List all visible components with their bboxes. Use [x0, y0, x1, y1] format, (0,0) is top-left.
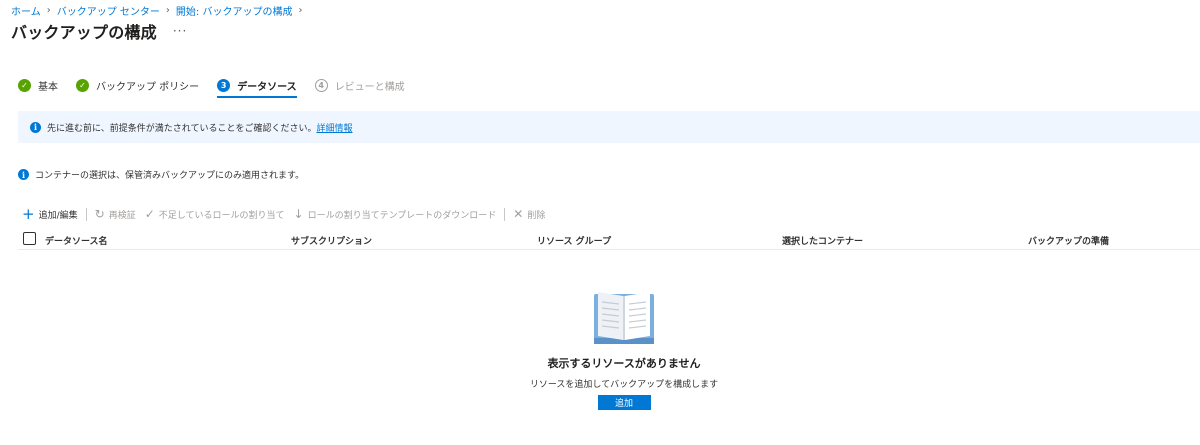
assign-missing-roles-button[interactable]: ✓ 不足しているロールの割り当て — [145, 208, 285, 221]
breadcrumb-start-configure[interactable]: 開始: バックアップの構成 — [176, 3, 293, 18]
step-number-icon: 4 — [314, 78, 328, 92]
chevron-right-icon: › — [46, 5, 51, 16]
revalidate-button[interactable]: ↻ 再検証 — [95, 208, 136, 221]
open-book-icon — [594, 292, 654, 344]
add-edit-button[interactable]: + 追加/編集 — [22, 205, 78, 223]
step-label: データソース — [237, 81, 297, 93]
wizard-steps: ✓ 基本 ✓ バックアップ ポリシー 3 データソース 4 レビューと構成 — [18, 76, 423, 98]
download-template-label: ロールの割り当てテンプレートのダウンロード — [307, 210, 497, 221]
revalidate-label: 再検証 — [108, 210, 136, 221]
container-info-line: i コンテナーの選択は、保管済みバックアップにのみ適用されます。 — [18, 168, 304, 181]
select-all-checkbox[interactable] — [23, 232, 36, 245]
close-icon: ✕ — [513, 207, 524, 221]
chevron-right-icon: › — [165, 5, 170, 16]
add-edit-label: 追加/編集 — [38, 210, 78, 221]
refresh-icon: ↻ — [94, 207, 105, 221]
checkmark-icon: ✓ — [18, 78, 31, 92]
download-template-button[interactable]: ↓ ロールの割り当てテンプレートのダウンロード — [294, 208, 497, 221]
column-backup-readiness[interactable]: バックアップの準備 — [1028, 234, 1109, 247]
add-button[interactable]: 追加 — [597, 395, 651, 410]
column-datasource-name[interactable]: データソース名 — [45, 234, 108, 247]
column-selected-container[interactable]: 選択したコンテナー — [782, 234, 863, 247]
step-backup-policy[interactable]: ✓ バックアップ ポリシー — [76, 76, 199, 94]
info-icon: i — [18, 169, 29, 180]
plus-icon: + — [22, 205, 35, 223]
chevron-right-icon: › — [298, 5, 303, 16]
info-icon: i — [30, 121, 41, 133]
download-arrow-icon: ↓ — [293, 207, 304, 221]
step-review-configure[interactable]: 4 レビューと構成 — [314, 76, 405, 94]
empty-state: 表示するリソースがありません リソースを追加してバックアップを構成します 追加 — [0, 288, 1200, 410]
container-info-text: コンテナーの選択は、保管済みバックアップにのみ適用されます。 — [35, 171, 305, 181]
checkmark-icon: ✓ — [76, 78, 89, 92]
step-basics[interactable]: ✓ 基本 — [18, 76, 58, 94]
step-number-icon: 3 — [217, 78, 231, 92]
info-banner: i 先に進む前に、前提条件が満たされていることをご確認ください。 詳細情報 — [18, 111, 1200, 143]
empty-state-title: 表示するリソースがありません — [547, 357, 701, 370]
table-header: データソース名 サブスクリプション リソース グループ 選択したコンテナー バッ… — [18, 228, 1200, 250]
page-title: バックアップの構成 — [11, 23, 157, 42]
delete-label: 削除 — [527, 210, 546, 221]
column-subscription[interactable]: サブスクリプション — [291, 234, 372, 247]
empty-state-subtitle: リソースを追加してバックアップを構成します — [529, 380, 719, 390]
assign-missing-roles-label: 不足しているロールの割り当て — [158, 210, 285, 221]
learn-more-link[interactable]: 詳細情報 — [316, 121, 352, 134]
column-resource-group[interactable]: リソース グループ — [537, 234, 611, 247]
step-datasources[interactable]: 3 データソース — [217, 76, 297, 98]
toolbar-divider — [85, 207, 87, 221]
info-banner-text: 先に進む前に、前提条件が満たされていることをご確認ください。 — [47, 123, 317, 134]
step-label: レビューと構成 — [334, 81, 405, 93]
step-label: 基本 — [38, 81, 58, 93]
step-label: バックアップ ポリシー — [96, 81, 200, 93]
checkmark-icon: ✓ — [144, 207, 155, 221]
breadcrumb: ホーム › バックアップ センター › 開始: バックアップの構成 › — [11, 3, 308, 18]
title-row: バックアップの構成 ··· — [11, 19, 187, 43]
toolbar: + 追加/編集 ↻ 再検証 ✓ 不足しているロールの割り当て ↓ ロールの割り当… — [22, 206, 545, 222]
breadcrumb-home[interactable]: ホーム — [11, 3, 41, 18]
more-options-button[interactable]: ··· — [173, 24, 187, 38]
toolbar-divider — [504, 207, 506, 221]
delete-button[interactable]: ✕ 削除 — [513, 208, 545, 221]
breadcrumb-backup-center[interactable]: バックアップ センター — [57, 3, 160, 18]
